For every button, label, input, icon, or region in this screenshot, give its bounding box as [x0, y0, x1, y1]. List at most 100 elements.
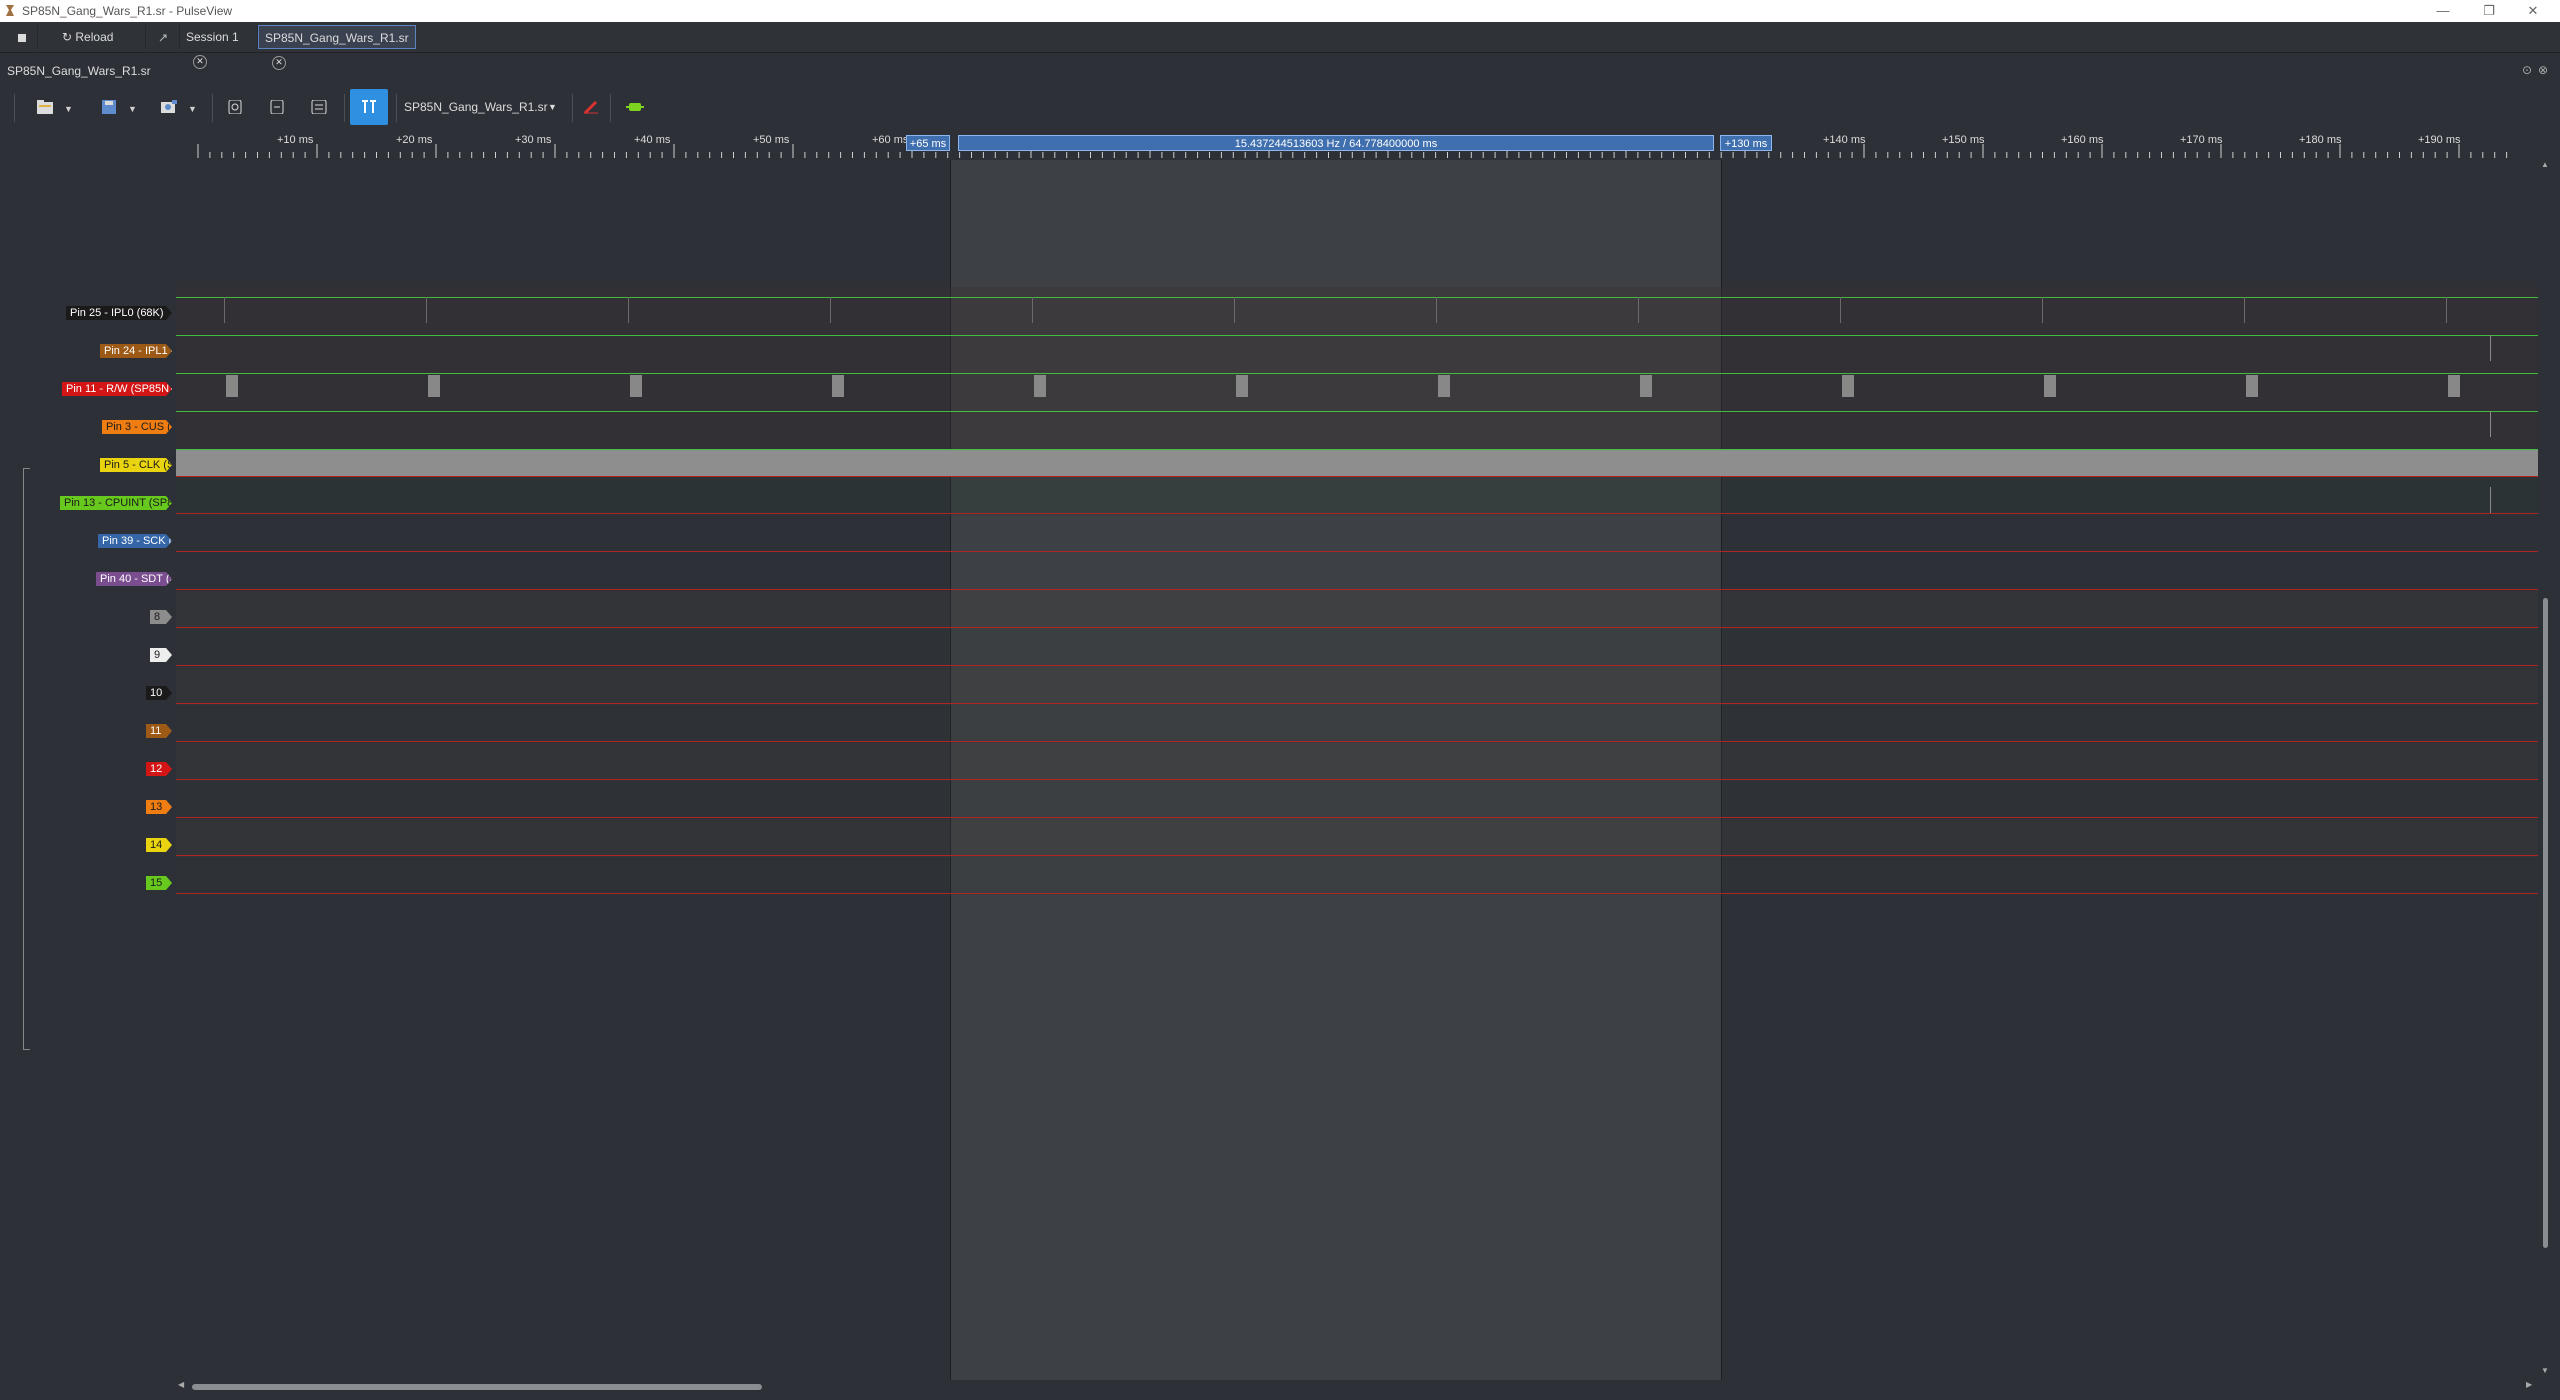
trace-line — [176, 551, 2538, 552]
ruler-tick-label: +170 ms — [2180, 134, 2223, 146]
trace-line — [176, 703, 2538, 704]
horizontal-scroll-thumb[interactable] — [192, 1384, 762, 1390]
reload-button[interactable]: ↻ Reload — [56, 25, 146, 49]
scroll-down-icon[interactable]: ▼ — [2541, 1366, 2549, 1375]
trace-row — [176, 743, 2538, 781]
tab-file-label: SP85N_Gang_Wars_R1.sr — [265, 31, 409, 45]
trace-line — [176, 893, 2538, 894]
trace-row — [176, 325, 2538, 363]
trace-row — [176, 515, 2538, 553]
toolbar-separator — [572, 94, 573, 122]
trace-row — [176, 667, 2538, 705]
signal-edge — [2490, 487, 2491, 513]
channel-label[interactable]: Pin 24 - IPL1 (68K) — [100, 344, 172, 358]
scroll-right-icon[interactable]: ▶ — [2526, 1380, 2532, 1389]
close-tab-icon[interactable]: ✕ — [272, 55, 286, 70]
trace-line — [176, 665, 2538, 666]
horizontal-scrollbar[interactable]: ◀ ▶ — [176, 1380, 2538, 1394]
device-select[interactable]: SP85N_Gang_Wars_R1.sr ▼ — [404, 92, 560, 122]
channel-label[interactable]: 11 — [146, 724, 172, 738]
close-tab-icon[interactable]: ✕ — [193, 54, 207, 69]
tab-file[interactable]: SP85N_Gang_Wars_R1.sr ✕ — [258, 25, 416, 70]
channel-label[interactable]: Pin 11 - R/W (SP85N) — [62, 382, 172, 396]
session-tabbar: ↻ Reload Session 1 ✕ SP85N_Gang_Wars_R1.s… — [0, 22, 2560, 70]
tab-session-1[interactable]: Session 1 ✕ — [180, 25, 258, 69]
zoom-one-button[interactable] — [304, 92, 334, 122]
ruler-tick-label: +20 ms — [396, 134, 433, 146]
signal-burst — [428, 375, 440, 397]
zoom-fit-button[interactable] — [262, 92, 292, 122]
trace-line — [176, 627, 2538, 628]
trace-line — [176, 589, 2538, 590]
restore-button[interactable]: ❐ — [2469, 2, 2509, 20]
channel-label[interactable]: Pin 39 - SCK (SP85N) — [98, 534, 172, 548]
open-button[interactable]: ▼ — [30, 92, 76, 122]
trace-row — [176, 439, 2538, 477]
scroll-left-icon[interactable]: ◀ — [178, 1380, 184, 1389]
close-pane-icon[interactable]: ⊗ — [2538, 63, 2548, 77]
open-file-icon — [37, 100, 53, 114]
scroll-up-icon[interactable]: ▲ — [2541, 160, 2549, 169]
add-decoder-button[interactable]: ▼ — [154, 92, 200, 122]
channel-label[interactable]: Pin 5 - CLK (SP85N) — [100, 458, 172, 472]
channel-label[interactable]: 13 — [146, 800, 172, 814]
trace-line — [176, 411, 2538, 412]
chevron-down-icon: ▼ — [128, 104, 137, 114]
channel-label[interactable]: Pin 13 - CPUINT (SP85N) — [60, 496, 172, 510]
reload-label: ↻ Reload — [62, 30, 114, 44]
chevron-down-icon: ▼ — [188, 104, 197, 114]
channel-label[interactable]: 10 — [146, 686, 172, 700]
channel-label[interactable]: Pin 25 - IPL0 (68K) — [66, 306, 172, 320]
signal-edge — [2490, 411, 2491, 437]
channel-label[interactable]: 8 — [150, 610, 172, 624]
cursor-toggle-button[interactable] — [350, 89, 388, 125]
close-window-button[interactable]: ✕ — [2513, 2, 2553, 20]
channel-label[interactable]: 9 — [150, 648, 172, 662]
chevron-down-icon: ▼ — [548, 102, 557, 112]
protocol-decoder-icon — [161, 100, 177, 113]
ruler-tick-label: +160 ms — [2061, 134, 2104, 146]
signal-edge — [1032, 297, 1033, 323]
vertical-scroll-thumb[interactable] — [2543, 598, 2548, 1248]
toolbar-separator — [610, 94, 611, 122]
channel-label[interactable]: 15 — [146, 876, 172, 890]
save-button[interactable]: ▼ — [94, 92, 140, 122]
trace-row — [176, 591, 2538, 629]
clock-signal-fill — [176, 449, 2538, 477]
signal-edge — [1436, 297, 1437, 323]
toolbar-separator — [212, 94, 213, 122]
channel-label[interactable]: 14 — [146, 838, 172, 852]
trace-line — [176, 373, 2538, 374]
signal-edge — [628, 297, 629, 323]
channel-label[interactable]: 12 — [146, 762, 172, 776]
signal-burst — [1640, 375, 1652, 397]
trace-row — [176, 363, 2538, 401]
trace-line — [176, 817, 2538, 818]
minimize-button[interactable]: — — [2423, 2, 2463, 20]
run-button[interactable] — [620, 92, 650, 122]
zoom-fit-icon — [270, 100, 284, 114]
signal-edge — [1638, 297, 1639, 323]
stop-button[interactable] — [8, 25, 38, 49]
cursor-a-flag[interactable]: +65 ms — [906, 135, 950, 151]
trace-row — [176, 287, 2538, 325]
channel-group-bracket — [23, 468, 30, 1050]
ruler-tick-label: +180 ms — [2299, 134, 2342, 146]
trace-view[interactable] — [176, 160, 2538, 1380]
zoom-in-button[interactable] — [220, 92, 250, 122]
probe-button[interactable] — [576, 92, 602, 122]
channel-headers: Pin 25 - IPL0 (68K) Pin 24 - IPL1 (68K) Pi… — [0, 160, 176, 1380]
channel-label[interactable]: Pin 3 - CUS (SP85N) — [102, 420, 172, 434]
vertical-scrollbar[interactable]: ▲ ▼ — [2538, 160, 2552, 1380]
time-ruler[interactable]: +10 ms +20 ms +30 ms +40 ms +50 ms +60 m… — [176, 130, 2538, 160]
signal-burst — [2246, 375, 2258, 397]
trace-line — [176, 855, 2538, 856]
signal-burst — [1034, 375, 1046, 397]
float-pane-icon[interactable]: ⊙ — [2522, 63, 2532, 77]
channel-label[interactable]: Pin 40 - SDT (SP85N) — [96, 572, 172, 586]
pin-button[interactable] — [146, 25, 180, 49]
trace-line — [176, 297, 2538, 298]
signal-edge — [2446, 297, 2447, 323]
device-select-value: SP85N_Gang_Wars_R1.sr — [404, 100, 548, 114]
cursor-b-flag[interactable]: +130 ms — [1720, 135, 1772, 151]
